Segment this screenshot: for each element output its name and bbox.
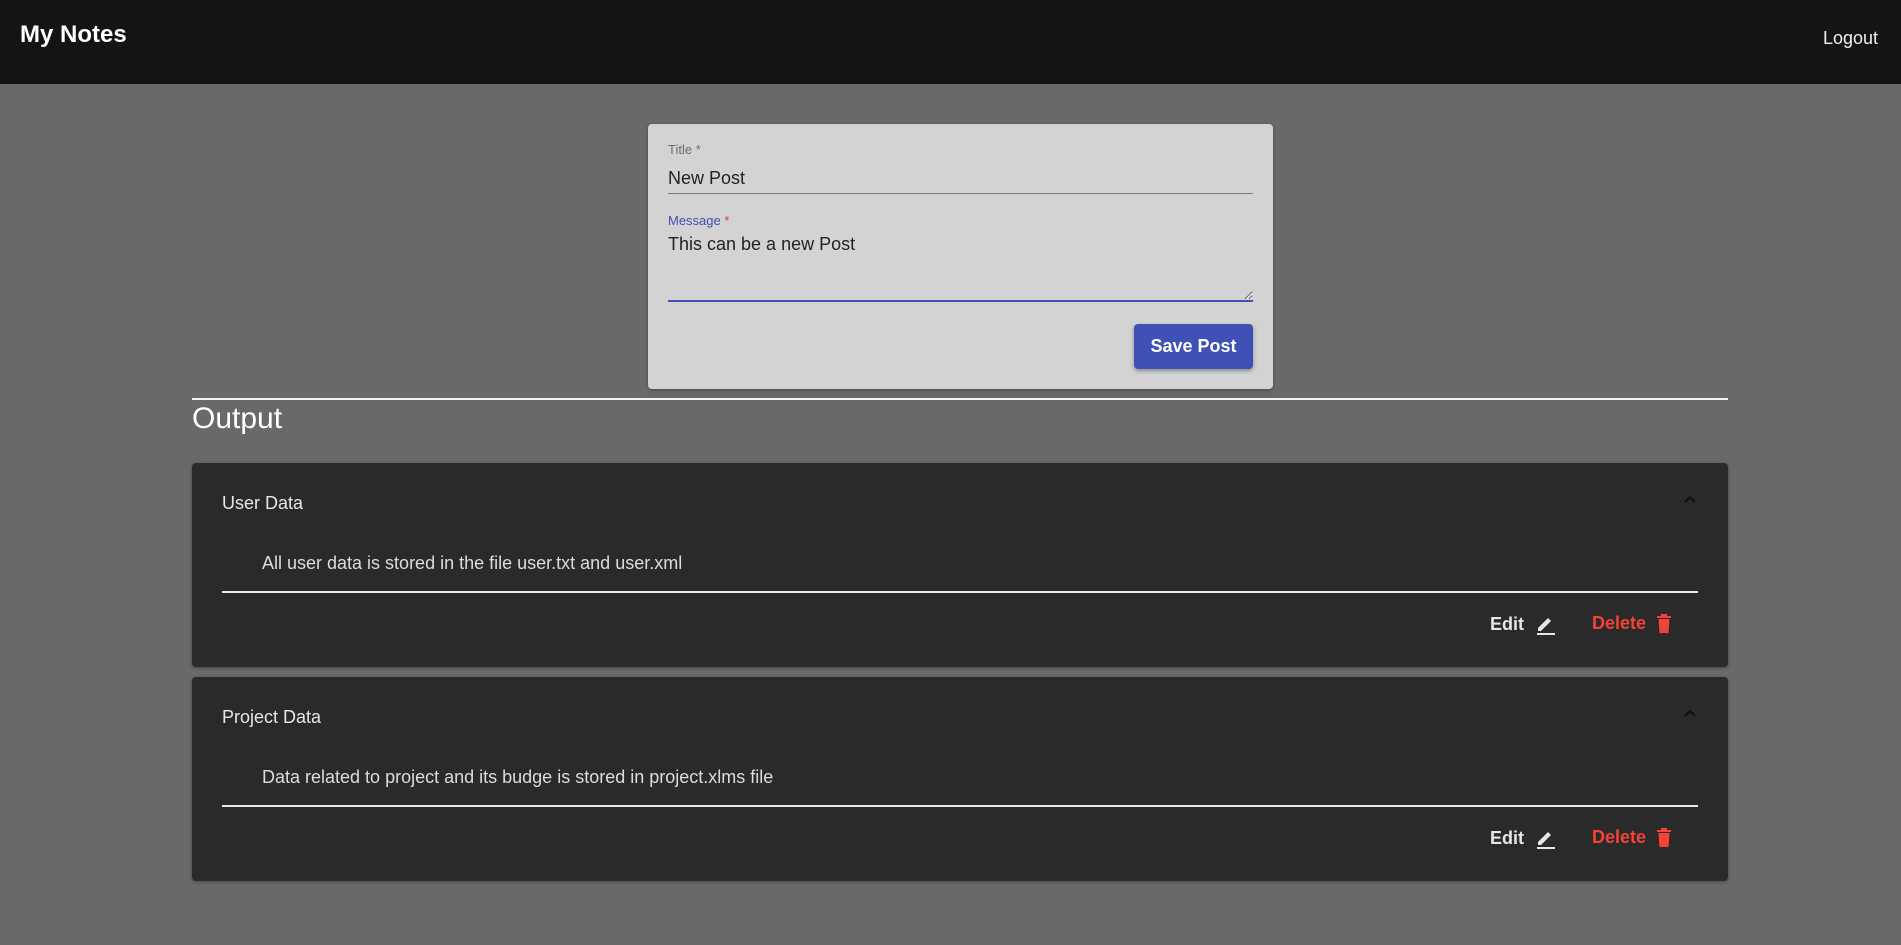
title-required-marker: * (695, 142, 701, 157)
note-title: User Data (222, 493, 304, 513)
note-panel[interactable]: Project Data Data related to project and… (192, 677, 1728, 881)
output-heading: Output (192, 402, 283, 435)
message-label-text: Message (668, 213, 721, 228)
delete-button[interactable]: Delete (1592, 827, 1672, 848)
edit-label: Edit (1490, 827, 1524, 848)
chevron-up-icon[interactable] (1682, 491, 1698, 507)
edit-button[interactable]: Edit (1490, 827, 1556, 849)
trash-icon (1656, 827, 1672, 848)
app-title: My Notes (20, 21, 127, 48)
edit-button[interactable]: Edit (1490, 613, 1556, 635)
delete-button[interactable]: Delete (1592, 613, 1672, 634)
edit-label: Edit (1490, 613, 1524, 634)
message-textarea[interactable]: This can be a new Post (668, 234, 1253, 302)
logout-button[interactable]: Logout (1823, 28, 1878, 49)
delete-label: Delete (1592, 613, 1647, 633)
title-field-label: Title * (668, 142, 701, 157)
title-label-text: Title (668, 142, 693, 157)
pencil-icon (1534, 827, 1556, 849)
note-panel[interactable]: User Data All user data is stored in the… (192, 463, 1728, 667)
message-field-label: Message * (668, 213, 729, 228)
save-post-button[interactable]: Save Post (1134, 324, 1253, 369)
pencil-icon (1534, 613, 1556, 635)
message-required-marker: * (724, 213, 730, 228)
delete-label: Delete (1592, 827, 1647, 847)
note-divider (222, 805, 1698, 807)
note-title: Project Data (222, 707, 322, 727)
note-divider (222, 591, 1698, 593)
title-input[interactable] (668, 164, 1253, 194)
new-post-form: Title * Message * This can be a new Post… (648, 124, 1273, 389)
trash-icon (1656, 613, 1672, 634)
output-divider (192, 398, 1728, 400)
chevron-up-icon[interactable] (1682, 705, 1698, 721)
note-body: All user data is stored in the file user… (262, 553, 683, 573)
app-bar: My Notes Logout (0, 0, 1901, 84)
note-body: Data related to project and its budge is… (262, 767, 774, 787)
